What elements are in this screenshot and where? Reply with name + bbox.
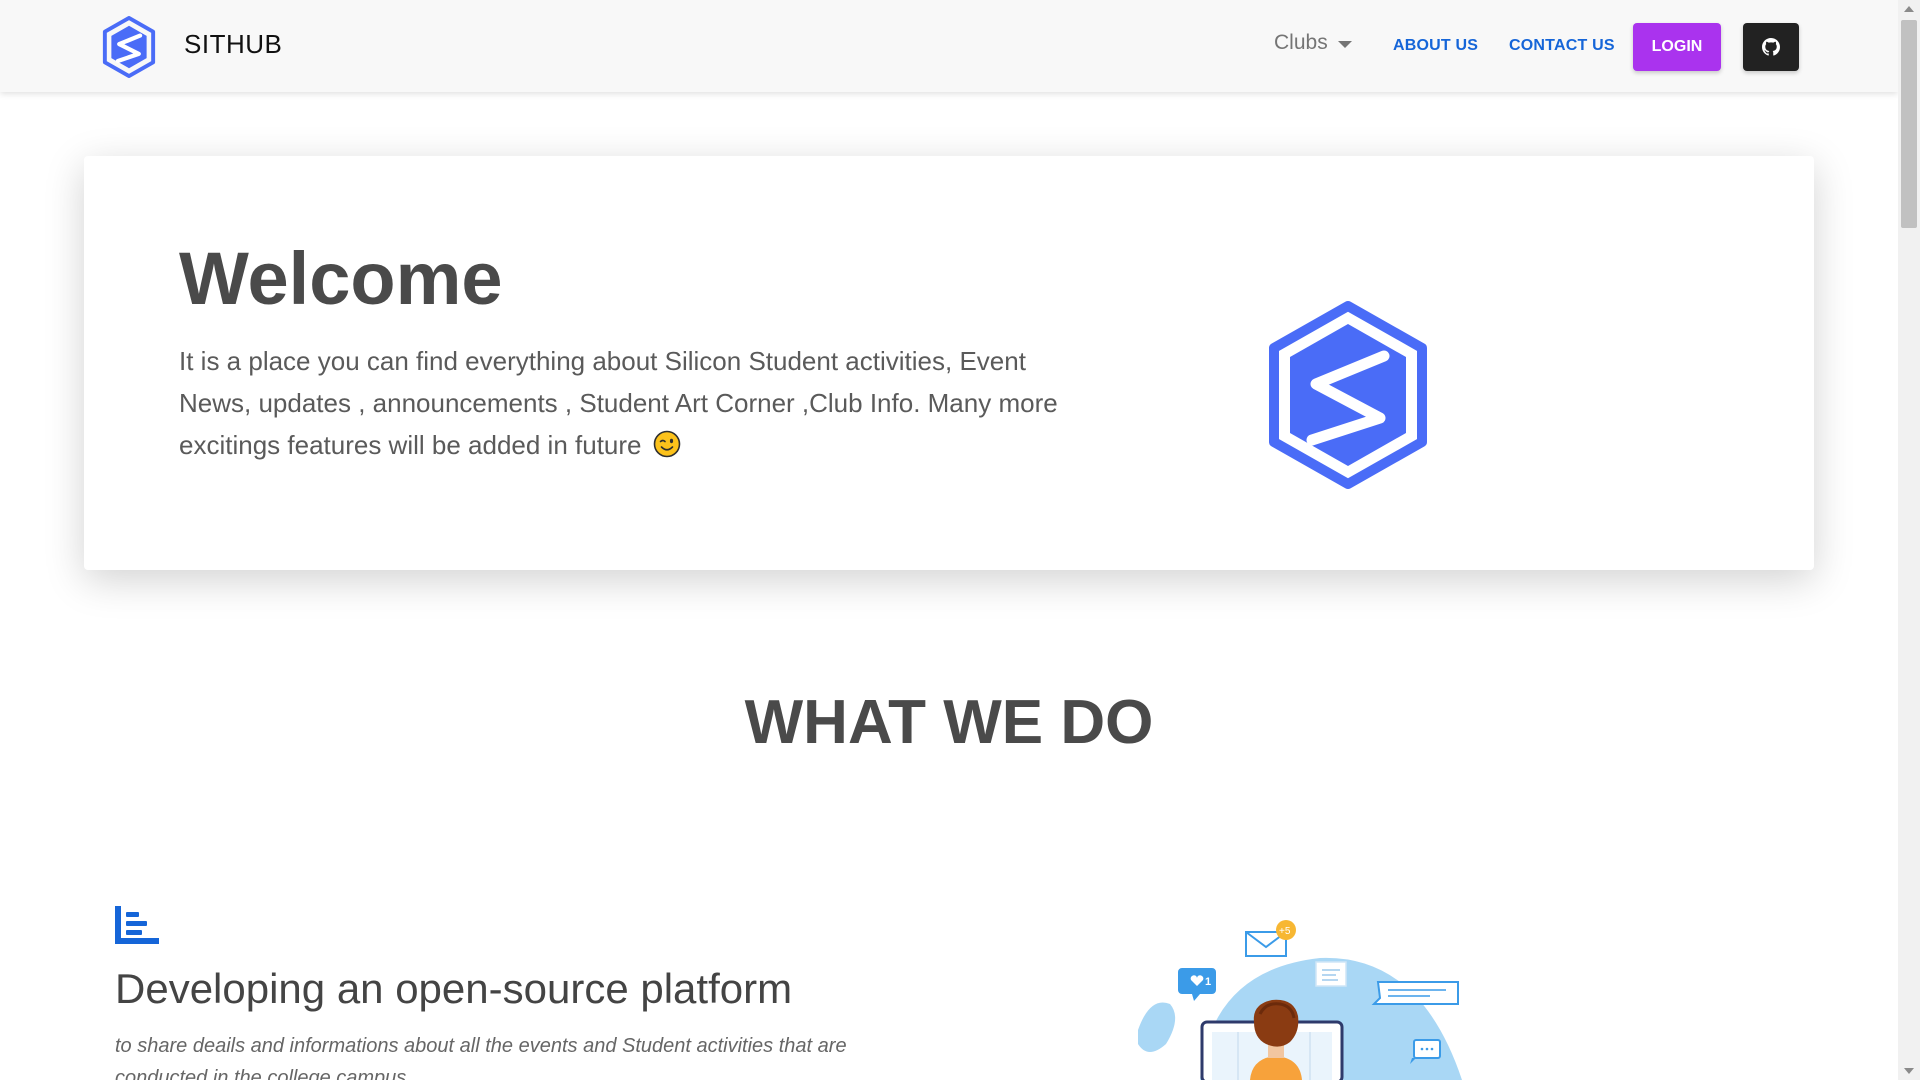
feature-description: to share deails and informations about a… <box>115 1035 847 1080</box>
hexagon-s-logo-icon <box>1269 301 1427 489</box>
like-count: 1 <box>1205 976 1211 988</box>
scrollbar-thumb[interactable] <box>1901 20 1917 228</box>
about-us-link[interactable]: ABOUT US <box>1393 37 1478 55</box>
vertical-scrollbar[interactable] <box>1898 0 1920 1080</box>
caret-down-icon <box>1337 40 1352 48</box>
clubs-label: Clubs <box>1274 31 1328 54</box>
what-we-do-heading: WHAT WE DO <box>744 688 1154 757</box>
like-bubble-icon: 1 <box>1178 968 1216 1001</box>
scroll-up-arrow-icon[interactable] <box>1904 6 1914 12</box>
social-media-illustration: 1 +5 <box>1138 920 1462 1080</box>
brand-name[interactable]: SITHUB <box>184 29 282 60</box>
welcome-title: Welcome <box>179 237 503 320</box>
browser-viewport: SITHUB Clubs ABOUT US CONTACT US LOGIN W… <box>0 0 1920 1080</box>
navbar: SITHUB Clubs ABOUT US CONTACT US LOGIN <box>0 0 1898 92</box>
chat-bubble-icon <box>1371 981 1459 1005</box>
login-button[interactable]: LOGIN <box>1633 23 1721 71</box>
bar-chart-icon <box>115 906 159 944</box>
feature-title: Developing an open-source platform <box>115 965 793 1012</box>
contact-us-link[interactable]: CONTACT US <box>1509 37 1615 55</box>
brand-logo-icon[interactable] <box>101 16 157 78</box>
github-button[interactable] <box>1743 23 1799 71</box>
document-icon <box>1315 961 1347 987</box>
welcome-description: It is a place you can find everything ab… <box>179 346 1058 460</box>
winking-face-icon <box>653 430 681 458</box>
github-icon <box>1762 38 1780 56</box>
scroll-down-arrow-icon[interactable] <box>1904 1068 1914 1074</box>
mail-count: +5 <box>1279 926 1291 937</box>
mail-icon: +5 <box>1245 920 1296 957</box>
welcome-text: It is a place you can find everything ab… <box>179 340 1079 466</box>
welcome-card: Welcome It is a place you can find every… <box>84 156 1814 570</box>
clubs-dropdown[interactable]: Clubs <box>1274 31 1352 55</box>
page: SITHUB Clubs ABOUT US CONTACT US LOGIN W… <box>0 0 1898 1080</box>
